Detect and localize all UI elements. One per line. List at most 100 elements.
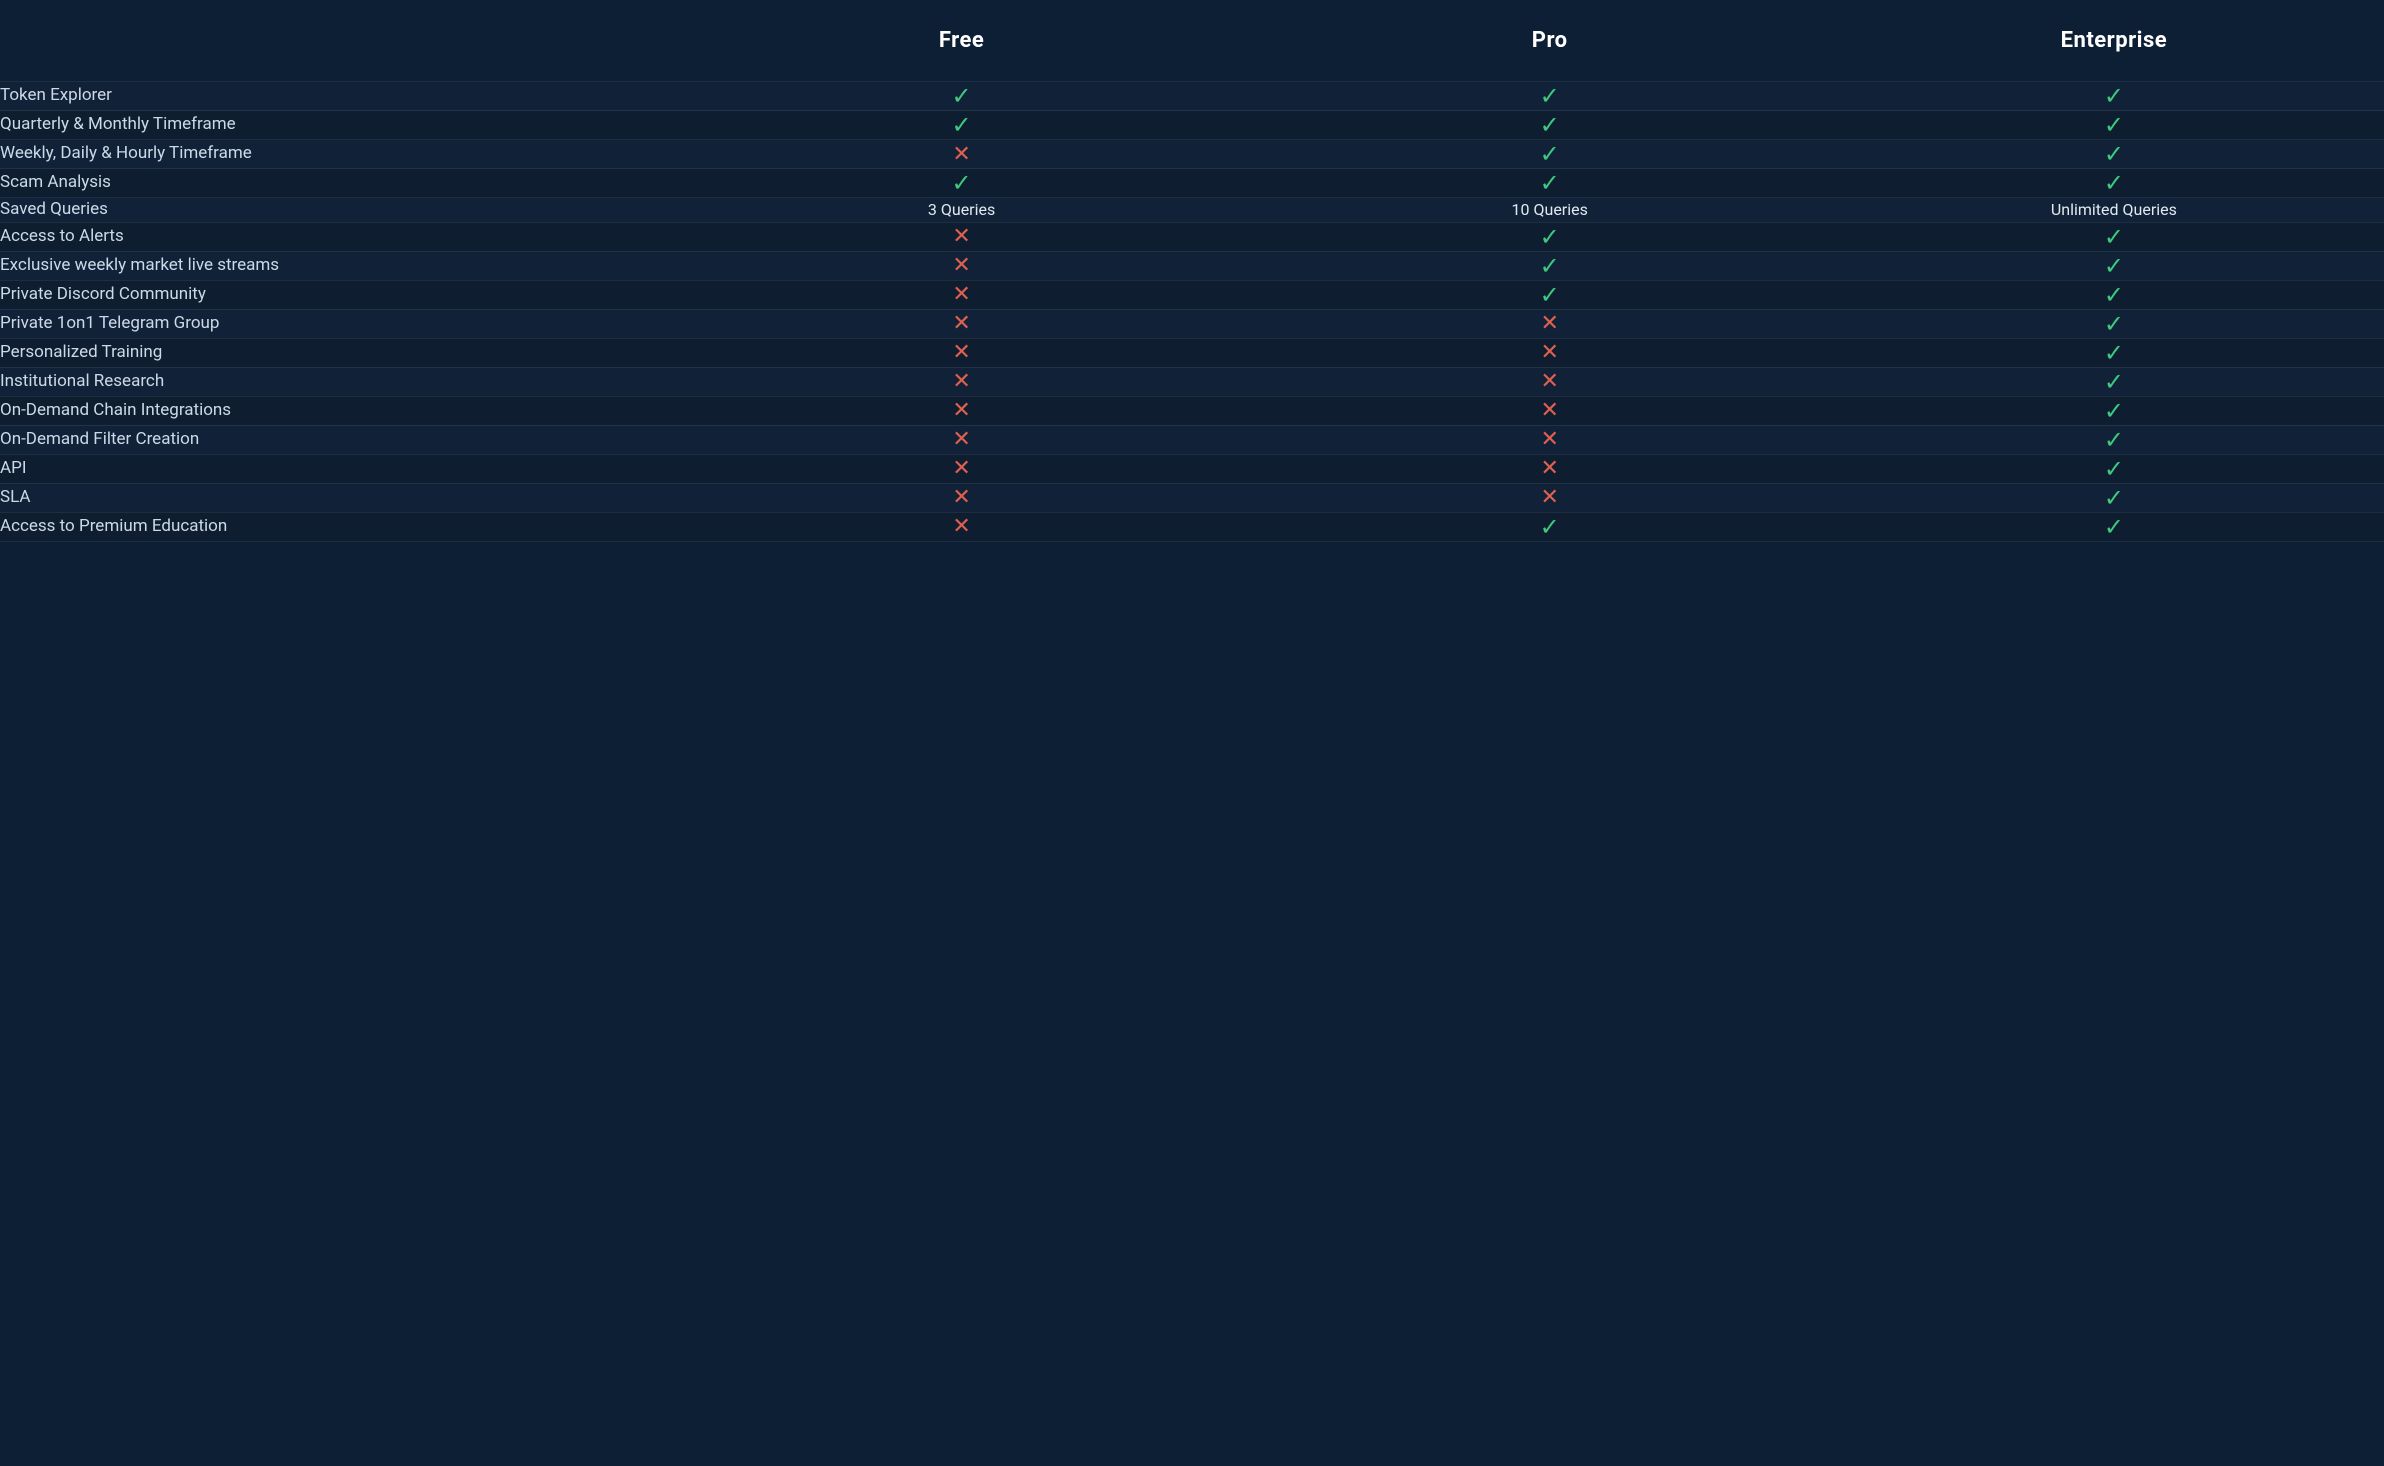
table-row: Exclusive weekly market live streams✕✓✓ — [0, 251, 2384, 280]
pro-value: ✕ — [1256, 338, 1844, 367]
feature-label: Scam Analysis — [0, 169, 668, 198]
cross-icon: ✕ — [952, 224, 970, 249]
feature-label: Private 1on1 Telegram Group — [0, 309, 668, 338]
check-icon: ✓ — [1540, 252, 1560, 280]
enterprise-value: ✓ — [1844, 309, 2384, 338]
free-value: ✕ — [668, 309, 1256, 338]
free-value: ✕ — [668, 280, 1256, 309]
free-value: 3 Queries — [668, 198, 1256, 223]
cross-icon: ✕ — [1540, 427, 1558, 452]
text-value: 3 Queries — [928, 200, 995, 219]
text-value: 10 Queries — [1512, 200, 1588, 219]
free-value: ✕ — [668, 396, 1256, 425]
feature-label: Weekly, Daily & Hourly Timeframe — [0, 140, 668, 169]
check-icon: ✓ — [1540, 169, 1560, 197]
enterprise-value: ✓ — [1844, 140, 2384, 169]
table-row: Quarterly & Monthly Timeframe ✓ ✓ ✓ — [0, 111, 2384, 140]
free-column-header: Free — [668, 0, 1256, 82]
check-icon: ✓ — [2104, 281, 2124, 309]
pro-value: ✕ — [1256, 367, 1844, 396]
feature-label: Access to Alerts — [0, 222, 668, 251]
pro-column-header: Pro — [1256, 0, 1844, 82]
feature-label: On-Demand Chain Integrations — [0, 396, 668, 425]
cross-icon: ✕ — [1540, 340, 1558, 365]
check-icon: ✓ — [2104, 513, 2124, 541]
table-row: Access to Alerts✕✓✓ — [0, 222, 2384, 251]
check-icon: ✓ — [2104, 397, 2124, 425]
check-icon: ✓ — [2104, 252, 2124, 280]
enterprise-value: ✓ — [1844, 169, 2384, 198]
pro-value: ✓ — [1256, 512, 1844, 541]
pro-value: ✕ — [1256, 454, 1844, 483]
check-icon: ✓ — [1540, 281, 1560, 309]
cross-icon: ✕ — [952, 253, 970, 278]
enterprise-value: ✓ — [1844, 111, 2384, 140]
table-row: Token Explorer✓✓✓ — [0, 82, 2384, 111]
check-icon: ✓ — [952, 111, 972, 139]
feature-label: Access to Premium Education — [0, 512, 668, 541]
cross-icon: ✕ — [952, 311, 970, 336]
check-icon: ✓ — [2104, 169, 2124, 197]
cross-icon: ✕ — [1540, 311, 1558, 336]
cross-icon: ✕ — [952, 485, 970, 510]
pro-value: ✕ — [1256, 396, 1844, 425]
feature-label: Private Discord Community — [0, 280, 668, 309]
free-value: ✓ — [668, 82, 1256, 111]
check-icon: ✓ — [952, 82, 972, 110]
cross-icon: ✕ — [952, 456, 970, 481]
enterprise-value: ✓ — [1844, 338, 2384, 367]
free-value: ✕ — [668, 140, 1256, 169]
enterprise-value: ✓ — [1844, 367, 2384, 396]
cross-icon: ✕ — [952, 340, 970, 365]
check-icon: ✓ — [952, 169, 972, 197]
enterprise-value: ✓ — [1844, 454, 2384, 483]
table-row: API ✕ ✕ ✓ — [0, 454, 2384, 483]
cross-icon: ✕ — [1540, 456, 1558, 481]
feature-label: API — [0, 454, 668, 483]
cross-icon: ✕ — [952, 142, 970, 167]
feature-label: SLA — [0, 483, 668, 512]
free-value: ✓ — [668, 169, 1256, 198]
pro-value: ✓ — [1256, 140, 1844, 169]
check-icon: ✓ — [2104, 339, 2124, 367]
table-row: SLA✕✕✓ — [0, 483, 2384, 512]
enterprise-column-header: Enterprise — [1844, 0, 2384, 82]
cross-icon: ✕ — [952, 427, 970, 452]
free-value: ✕ — [668, 512, 1256, 541]
check-icon: ✓ — [2104, 140, 2124, 168]
feature-label: Personalized Training — [0, 338, 668, 367]
check-icon: ✓ — [1540, 513, 1560, 541]
enterprise-value: ✓ — [1844, 82, 2384, 111]
check-icon: ✓ — [1540, 140, 1560, 168]
pro-value: ✓ — [1256, 251, 1844, 280]
free-value: ✕ — [668, 425, 1256, 454]
cross-icon: ✕ — [1540, 398, 1558, 423]
pro-value: ✓ — [1256, 222, 1844, 251]
pro-value: ✕ — [1256, 483, 1844, 512]
cross-icon: ✕ — [1540, 485, 1558, 510]
table-row: Scam Analysis ✓ ✓ ✓ — [0, 169, 2384, 198]
check-icon: ✓ — [1540, 223, 1560, 251]
enterprise-value: ✓ — [1844, 512, 2384, 541]
check-icon: ✓ — [2104, 368, 2124, 396]
free-value: ✕ — [668, 454, 1256, 483]
check-icon: ✓ — [2104, 310, 2124, 338]
cross-icon: ✕ — [952, 398, 970, 423]
feature-label: Saved Queries — [0, 198, 668, 223]
pro-value: ✓ — [1256, 280, 1844, 309]
pro-value: ✕ — [1256, 425, 1844, 454]
table-row: On-Demand Chain Integrations ✕ ✕ ✓ — [0, 396, 2384, 425]
table-row: Weekly, Daily & Hourly Timeframe ✕ ✓ ✓ — [0, 140, 2384, 169]
feature-label: Quarterly & Monthly Timeframe — [0, 111, 668, 140]
table-row: On-Demand Filter Creation✕✕✓ — [0, 425, 2384, 454]
cross-icon: ✕ — [952, 282, 970, 307]
enterprise-value: ✓ — [1844, 396, 2384, 425]
check-icon: ✓ — [1540, 111, 1560, 139]
check-icon: ✓ — [1540, 82, 1560, 110]
text-value: Unlimited Queries — [2051, 200, 2177, 219]
table-row: Access to Premium Education✕ ✓ ✓ — [0, 512, 2384, 541]
pro-value: ✓ — [1256, 169, 1844, 198]
feature-label: On-Demand Filter Creation — [0, 425, 668, 454]
cross-icon: ✕ — [1540, 369, 1558, 394]
free-value: ✕ — [668, 251, 1256, 280]
